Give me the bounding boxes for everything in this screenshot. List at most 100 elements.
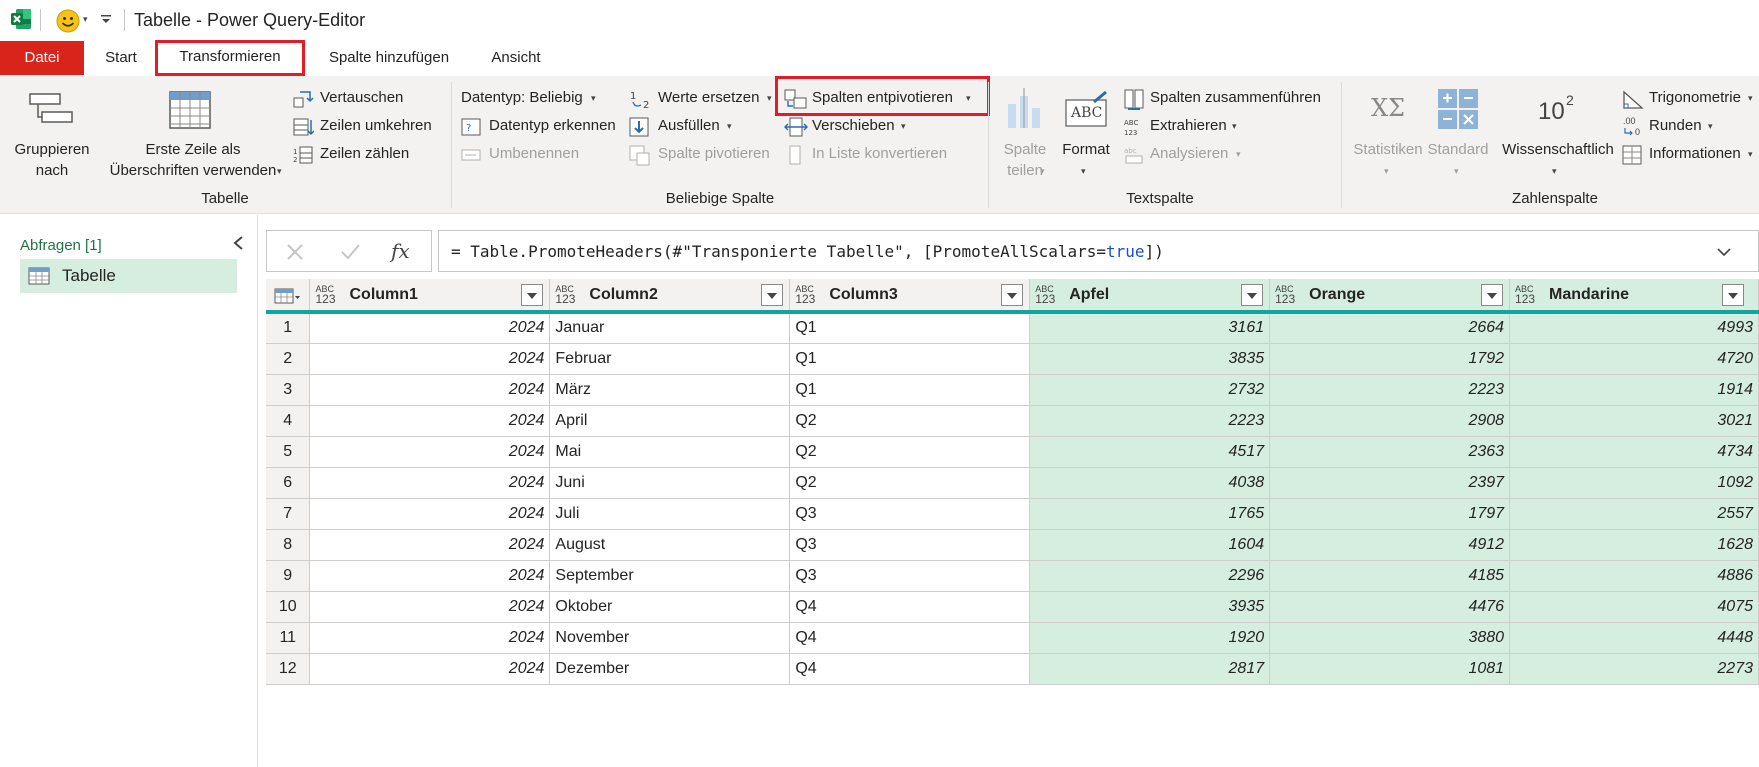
werte-ersetzen-caret-icon[interactable]: ▾ — [767, 93, 772, 104]
spalten-zusammenfuehren-button[interactable]: Spalten zusammenführen — [1150, 89, 1321, 106]
feedback-smiley-icon[interactable] — [56, 9, 80, 33]
cell-orange[interactable]: 4185 — [1269, 560, 1511, 592]
expand-formula-icon[interactable] — [1717, 247, 1731, 257]
cell-orange[interactable]: 1797 — [1269, 498, 1511, 530]
cell-orange[interactable]: 2908 — [1269, 405, 1511, 437]
cell-apfel[interactable]: 1920 — [1029, 622, 1271, 654]
tab-start[interactable]: Start — [92, 41, 150, 75]
table-menu-icon[interactable] — [274, 287, 300, 305]
customize-quick-access-icon[interactable] — [100, 12, 112, 26]
cell-mandarine[interactable]: 4720 — [1509, 343, 1759, 375]
merge-columns-icon[interactable] — [1123, 88, 1145, 110]
cell-column3[interactable]: Q1 — [789, 312, 1031, 344]
tab-transformieren[interactable]: Transformieren — [155, 40, 305, 76]
filter-dropdown-icon[interactable] — [761, 284, 784, 306]
verschieben-button[interactable]: Verschieben — [812, 117, 895, 134]
row-number[interactable]: 11 — [266, 622, 311, 654]
type-any-icon[interactable]: ABC 123 — [1275, 284, 1295, 305]
filter-dropdown-icon[interactable] — [1722, 284, 1744, 306]
trigonometrie-button[interactable]: Trigonometrie — [1649, 89, 1741, 106]
type-any-icon[interactable]: ABC 123 — [795, 284, 815, 305]
format-button[interactable]: Format — [1058, 141, 1114, 158]
row-number[interactable]: 12 — [266, 653, 311, 685]
entpivotieren-caret-icon[interactable]: ▾ — [966, 93, 971, 104]
cell-column3[interactable]: Q2 — [789, 467, 1031, 499]
group-by-icon[interactable] — [28, 92, 76, 126]
cell-mandarine[interactable]: 2273 — [1509, 653, 1759, 685]
table-menu-header[interactable] — [266, 279, 311, 314]
gruppieren-label-2[interactable]: nach — [12, 162, 92, 179]
row-number[interactable]: 8 — [266, 529, 311, 561]
tab-spalte-hinzufuegen[interactable]: Spalte hinzufügen — [318, 41, 460, 75]
cell-column2[interactable]: September — [549, 560, 791, 592]
unpivot-columns-icon[interactable] — [784, 88, 808, 110]
row-number[interactable]: 7 — [266, 498, 311, 530]
ausfuellen-button[interactable]: Ausfüllen — [658, 117, 720, 134]
type-any-icon[interactable]: ABC 123 — [555, 284, 575, 305]
row-number[interactable]: 4 — [266, 405, 311, 437]
spalte-teilen-caret-icon[interactable]: ▾ — [1040, 166, 1045, 177]
informationen-button[interactable]: Informationen — [1649, 145, 1741, 162]
wissenschaftlich-button[interactable]: Wissenschaftlich — [1496, 141, 1620, 158]
datentyp-caret-icon[interactable]: ▾ — [591, 93, 596, 104]
row-number[interactable]: 5 — [266, 436, 311, 468]
cell-column3[interactable]: Q3 — [789, 529, 1031, 561]
cell-column2[interactable]: November — [549, 622, 791, 654]
row-number[interactable]: 6 — [266, 467, 311, 499]
filter-dropdown-icon[interactable] — [1241, 284, 1264, 306]
standard-icon[interactable] — [1437, 88, 1479, 130]
column-header-6[interactable]: ABC 123 Mandarine — [1509, 279, 1759, 314]
cell-column2[interactable]: Dezember — [549, 653, 791, 685]
datentyp-erkennen-button[interactable]: Datentyp erkennen — [489, 117, 616, 134]
cell-column2[interactable]: August — [549, 529, 791, 561]
cell-column1[interactable]: 2024 — [309, 622, 551, 654]
cell-mandarine[interactable]: 1628 — [1509, 529, 1759, 561]
transpose-icon[interactable] — [292, 88, 314, 110]
wissenschaftlich-caret-icon[interactable]: ▾ — [1552, 166, 1557, 177]
fill-down-icon[interactable] — [629, 116, 651, 138]
statistics-icon[interactable]: XΣ — [1366, 86, 1410, 130]
spalte-pivotieren-button[interactable]: Spalte pivotieren — [658, 145, 770, 162]
cell-column1[interactable]: 2024 — [309, 591, 551, 623]
row-number[interactable]: 10 — [266, 591, 311, 623]
cell-apfel[interactable]: 2817 — [1029, 653, 1271, 685]
cell-mandarine[interactable]: 1914 — [1509, 374, 1759, 406]
zeilen-umkehren-button[interactable]: Zeilen umkehren — [320, 117, 432, 134]
in-liste-konvertieren-button[interactable]: In Liste konvertieren — [812, 145, 947, 162]
row-number[interactable]: 9 — [266, 560, 311, 592]
trigonometrie-caret-icon[interactable]: ▾ — [1748, 93, 1753, 104]
round-icon[interactable]: .00 0 — [1622, 116, 1644, 138]
informationen-caret-icon[interactable]: ▾ — [1748, 149, 1753, 160]
cell-column1[interactable]: 2024 — [309, 312, 551, 344]
cell-column1[interactable]: 2024 — [309, 374, 551, 406]
column-header-3[interactable]: ABC 123 Column3 — [789, 279, 1031, 314]
cell-column1[interactable]: 2024 — [309, 560, 551, 592]
cell-column3[interactable]: Q2 — [789, 405, 1031, 437]
cell-apfel[interactable]: 2732 — [1029, 374, 1271, 406]
ausfuellen-caret-icon[interactable]: ▾ — [727, 121, 732, 132]
cell-column2[interactable]: Februar — [549, 343, 791, 375]
cell-column3[interactable]: Q2 — [789, 436, 1031, 468]
row-number[interactable]: 2 — [266, 343, 311, 375]
verschieben-caret-icon[interactable]: ▾ — [901, 121, 906, 132]
column-header-1[interactable]: ABC 123 Column1 — [309, 279, 551, 314]
collapse-pane-icon[interactable] — [232, 235, 244, 251]
format-caret-icon[interactable]: ▾ — [1081, 166, 1086, 177]
cell-orange[interactable]: 2397 — [1269, 467, 1511, 499]
detect-data-type-icon[interactable]: ? — [461, 116, 481, 138]
formula-input[interactable]: = Table.PromoteHeaders(#"Transponierte T… — [438, 230, 1759, 272]
cell-column3[interactable]: Q1 — [789, 374, 1031, 406]
table-row[interactable]: 6 2024 Juni Q2 4038 2397 1092 — [266, 467, 1759, 499]
cell-column3[interactable]: Q1 — [789, 343, 1031, 375]
cell-apfel[interactable]: 1765 — [1029, 498, 1271, 530]
split-column-icon[interactable] — [1004, 86, 1048, 130]
cell-column2[interactable]: Oktober — [549, 591, 791, 623]
tab-datei[interactable]: Datei — [0, 41, 84, 75]
cell-mandarine[interactable]: 4448 — [1509, 622, 1759, 654]
gruppieren-label-1[interactable]: Gruppieren — [12, 141, 92, 158]
confirm-formula-icon[interactable] — [339, 242, 361, 262]
scientific-icon[interactable]: 10 2 — [1532, 86, 1582, 130]
table-row[interactable]: 3 2024 März Q1 2732 2223 1914 — [266, 374, 1759, 406]
cell-mandarine[interactable]: 4734 — [1509, 436, 1759, 468]
row-number[interactable]: 3 — [266, 374, 311, 406]
